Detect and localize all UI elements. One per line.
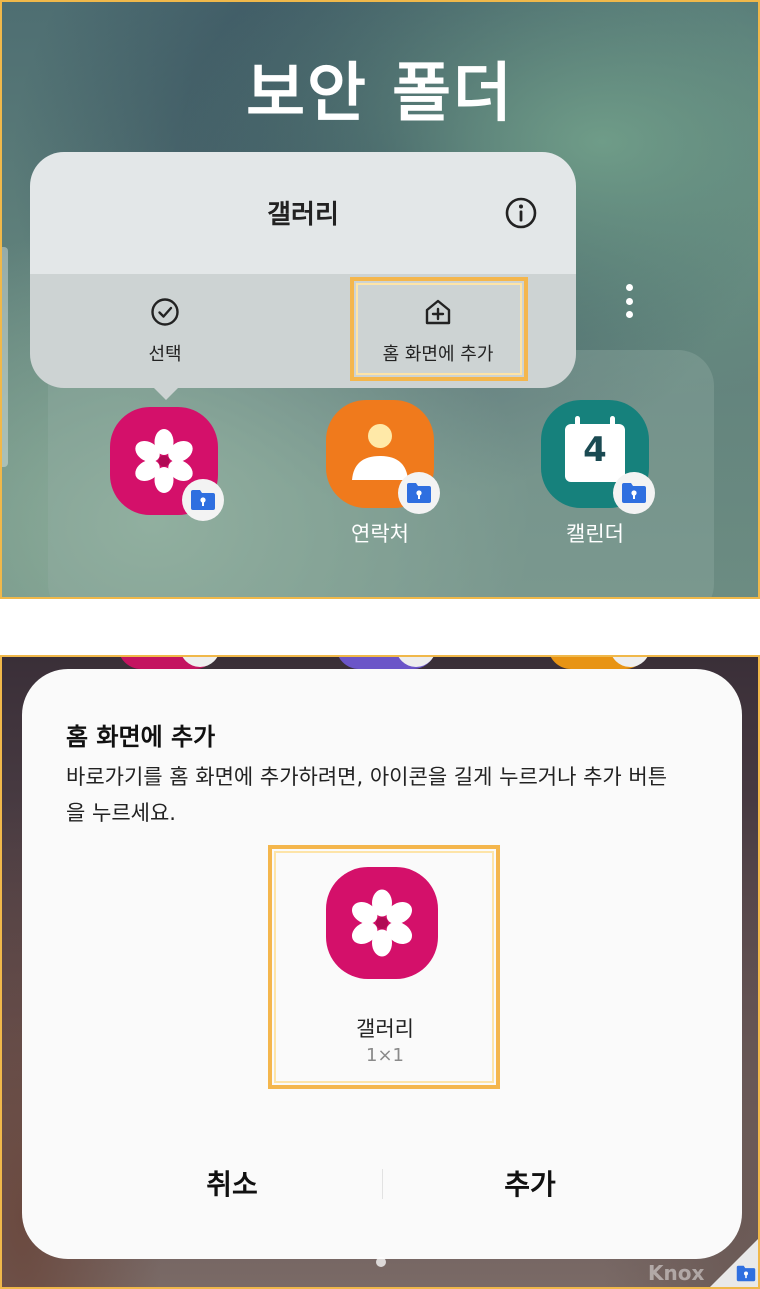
calendar-day-number: 4 (583, 430, 607, 470)
more-options-icon[interactable] (624, 284, 634, 318)
calendar-icon: 4 (541, 400, 655, 514)
knox-watermark: Knox (648, 1261, 705, 1285)
app-calendar[interactable]: 4 캘린더 (541, 400, 655, 548)
context-menu-header: 갤러리 (30, 152, 576, 274)
select-action-label: 선택 (148, 343, 182, 365)
select-action-button[interactable]: 선택 (90, 274, 240, 388)
dialog-description: 바로가기를 홈 화면에 추가하려면, 아이콘을 길게 누르거나 추가 버튼을 누… (66, 765, 668, 825)
gallery-flower-icon (110, 407, 224, 521)
page-indicator (376, 1257, 386, 1267)
app-label: 연락처 (351, 522, 409, 546)
context-menu-pointer (152, 386, 180, 400)
dialog-title: 홈 화면에 추가 (66, 723, 216, 751)
edge-panel-handle[interactable] (2, 247, 8, 467)
app-contacts[interactable]: 연락처 (326, 400, 440, 548)
check-circle-icon (150, 297, 180, 340)
folder-screen: 보안 폴더 갤러리 선택 홈 화면에 추가 연락처 4 캘린더 (0, 0, 760, 599)
secure-folder-icon (736, 1265, 756, 1286)
app-label: 캘린더 (566, 522, 624, 546)
info-circle-icon[interactable] (504, 196, 538, 230)
add-button[interactable]: 추가 (380, 1163, 680, 1203)
app-gallery[interactable] (110, 407, 224, 525)
cancel-button[interactable]: 취소 (82, 1163, 382, 1203)
context-menu-title: 갤러리 (267, 200, 339, 230)
add-to-home-screen: 홈 화면에 추가 바로가기를 홈 화면에 추가하려면, 아이콘을 길게 누르거나… (0, 655, 760, 1289)
folder-title: 보안 폴더 (246, 57, 514, 131)
secure-folder-icon (613, 472, 655, 514)
highlight-box (268, 845, 500, 1089)
secure-folder-icon (182, 479, 224, 521)
contacts-person-icon (326, 400, 440, 514)
secure-folder-icon (398, 472, 440, 514)
highlight-box (350, 277, 528, 381)
